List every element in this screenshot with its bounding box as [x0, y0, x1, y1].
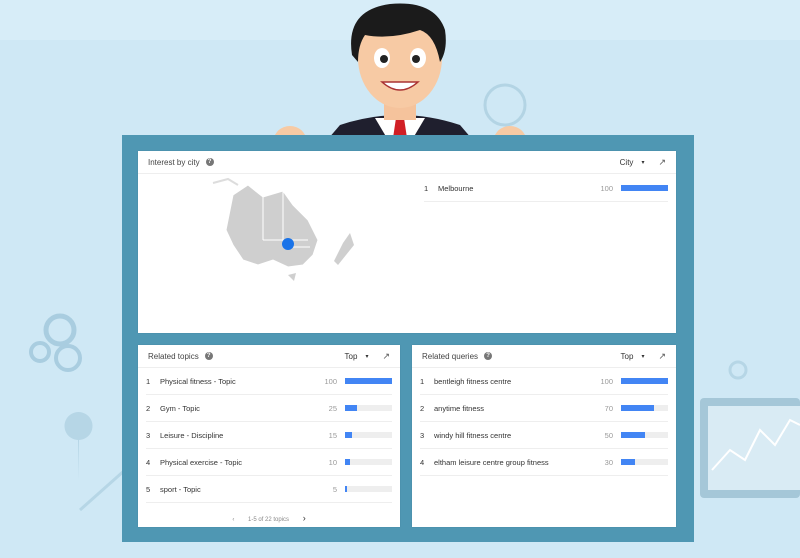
- pagination-text: 1-5 of 22 topics: [247, 517, 290, 523]
- help-icon[interactable]: ?: [204, 352, 213, 360]
- queries-list: 1 bentleigh fitness centre 100 2 anytime…: [412, 368, 676, 476]
- city-row[interactable]: 1 Melbourne 100: [424, 175, 668, 202]
- value-bar: [345, 459, 392, 465]
- list-item[interactable]: 3 Leisure - Discipline 15: [146, 422, 392, 449]
- value-bar: [345, 378, 392, 384]
- caret-down-icon: ▾: [641, 353, 645, 360]
- board: Interest by city ? City ▾ ↗ 1 Melbourne …: [122, 135, 694, 542]
- panel-title: Interest by city: [148, 157, 200, 167]
- related-queries-panel: Related queries ? Top ▾ ↗ 1 bentleigh fi…: [412, 345, 676, 527]
- share-icon[interactable]: ↗: [658, 351, 666, 362]
- value-bar: [621, 405, 668, 411]
- list-item[interactable]: 4 eltham leisure centre group fitness 30: [420, 449, 668, 476]
- next-page-button[interactable]: ›: [303, 513, 306, 523]
- value-bar: [345, 405, 392, 411]
- interest-by-city-panel: Interest by city ? City ▾ ↗ 1 Melbourne …: [138, 151, 676, 333]
- city-dropdown[interactable]: City ▾: [620, 158, 645, 167]
- value-bar: [345, 432, 392, 438]
- map-marker: [282, 238, 294, 250]
- panel-header: Interest by city ? City ▾ ↗: [138, 151, 676, 174]
- share-icon[interactable]: ↗: [382, 351, 390, 362]
- value-bar: [621, 378, 668, 384]
- prev-page-button[interactable]: ‹: [232, 517, 234, 523]
- panel-title: Related topics: [148, 351, 199, 361]
- caret-down-icon: ▾: [641, 159, 645, 166]
- topics-list: 1 Physical fitness - Topic 100 2 Gym - T…: [138, 368, 400, 503]
- help-icon[interactable]: ?: [484, 352, 493, 360]
- list-item[interactable]: 1 Physical fitness - Topic 100: [146, 368, 392, 395]
- caret-down-icon: ▾: [365, 353, 369, 360]
- list-item[interactable]: 3 windy hill fitness centre 50: [420, 422, 668, 449]
- panel-header: Related topics ? Top ▾ ↗: [138, 345, 400, 368]
- list-item[interactable]: 2 Gym - Topic 25: [146, 395, 392, 422]
- top-dropdown[interactable]: Top ▾: [345, 352, 369, 361]
- panel-title: Related queries: [422, 351, 479, 361]
- value-bar: [621, 459, 668, 465]
- value-bar: [621, 185, 668, 191]
- related-topics-panel: Related topics ? Top ▾ ↗ 1 Physical fitn…: [138, 345, 400, 527]
- pagination: ‹ 1-5 of 22 topics ›: [138, 513, 400, 523]
- top-dropdown[interactable]: Top ▾: [621, 352, 645, 361]
- list-item[interactable]: 1 bentleigh fitness centre 100: [420, 368, 668, 395]
- value-bar: [345, 486, 392, 492]
- australia-map[interactable]: [138, 175, 414, 333]
- list-item[interactable]: 5 sport - Topic 5: [146, 476, 392, 503]
- share-icon[interactable]: ↗: [658, 157, 666, 168]
- list-item[interactable]: 2 anytime fitness 70: [420, 395, 668, 422]
- help-icon[interactable]: ?: [205, 158, 214, 166]
- value-bar: [621, 432, 668, 438]
- panel-header: Related queries ? Top ▾ ↗: [412, 345, 676, 368]
- list-item[interactable]: 4 Physical exercise - Topic 10: [146, 449, 392, 476]
